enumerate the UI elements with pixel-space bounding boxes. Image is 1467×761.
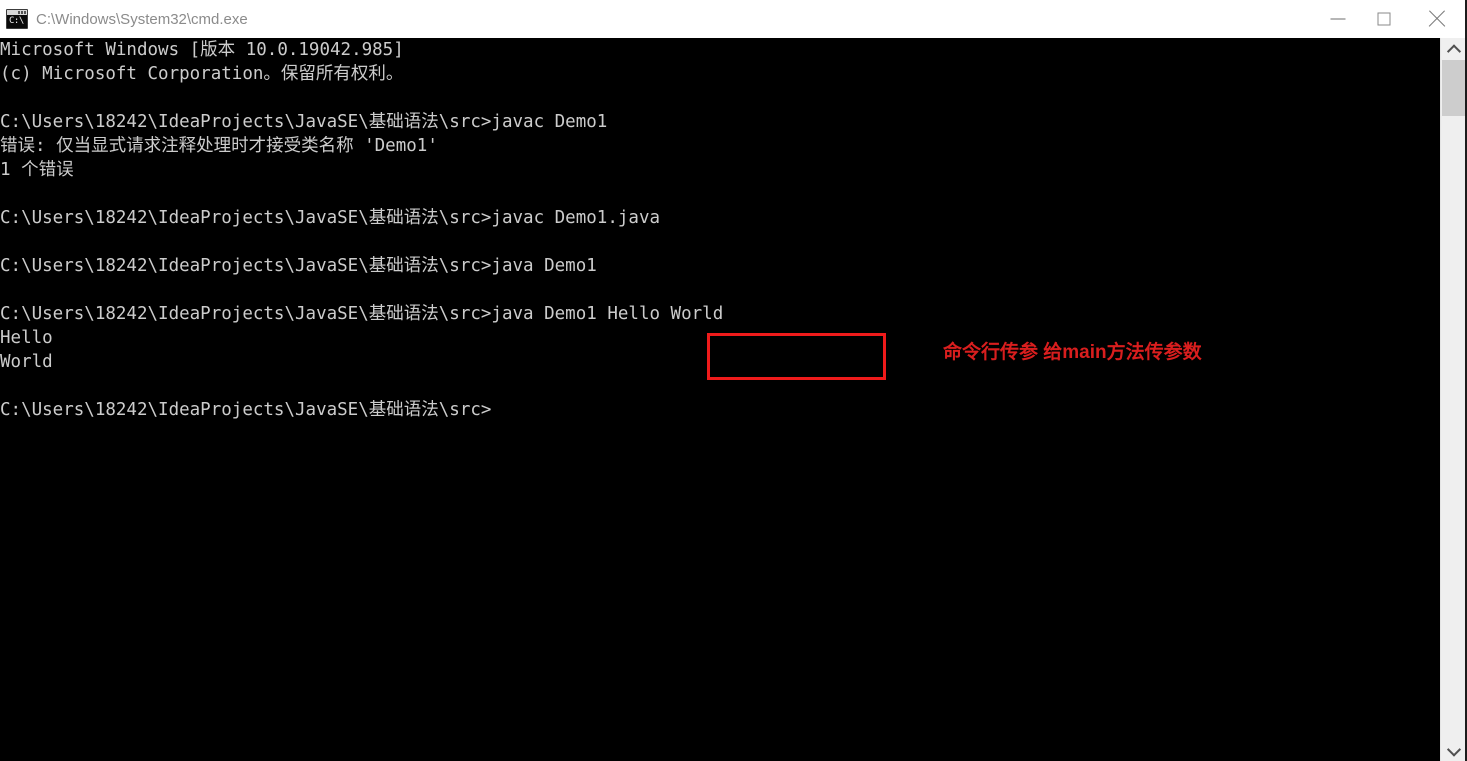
- close-button[interactable]: [1407, 0, 1467, 38]
- console-line: 错误: 仅当显式请求注释处理时才接受类名称 'Demo1': [0, 136, 438, 156]
- chevron-up-icon: [1446, 44, 1462, 59]
- minimize-icon: [1330, 18, 1346, 20]
- console-line: C:\Users\18242\IdeaProjects\JavaSE\基础语法\…: [0, 208, 661, 228]
- console-text: Microsoft Windows [版本 10.0.19042.985] (c)…: [0, 38, 723, 422]
- cmd-window: C:\ C:\Windows\System32\cmd.exe Microsof…: [0, 0, 1467, 761]
- chevron-down-icon: [1446, 742, 1462, 757]
- vertical-scrollbar[interactable]: [1440, 38, 1465, 761]
- console-line: Hello: [0, 328, 53, 348]
- console-line: C:\Users\18242\IdeaProjects\JavaSE\基础语法\…: [0, 304, 724, 324]
- cmd-icon-glyph: C:\: [9, 16, 24, 26]
- console-line: (c) Microsoft Corporation。保留所有权利。: [0, 64, 404, 84]
- arguments-highlight-box: [707, 333, 886, 380]
- scrollbar-thumb[interactable]: [1442, 60, 1465, 116]
- console-output-area[interactable]: Microsoft Windows [版本 10.0.19042.985] (c)…: [0, 38, 1440, 761]
- console-line: C:\Users\18242\IdeaProjects\JavaSE\基础语法\…: [0, 112, 608, 132]
- annotation-label: 命令行传参 给main方法传参数: [943, 342, 1202, 363]
- minimize-button[interactable]: [1315, 0, 1361, 38]
- cmd-icon: C:\: [6, 9, 28, 29]
- scroll-down-button[interactable]: [1441, 739, 1465, 761]
- close-icon: [1426, 8, 1448, 30]
- console-line: C:\Users\18242\IdeaProjects\JavaSE\基础语法\…: [0, 256, 597, 276]
- window-title: C:\Windows\System32\cmd.exe: [36, 10, 248, 28]
- title-bar: C:\ C:\Windows\System32\cmd.exe: [0, 0, 1467, 38]
- console-line: World: [0, 352, 53, 372]
- maximize-button[interactable]: [1361, 0, 1407, 38]
- console-line: C:\Users\18242\IdeaProjects\JavaSE\基础语法\…: [0, 400, 492, 420]
- maximize-icon: [1377, 12, 1391, 26]
- scroll-up-button[interactable]: [1441, 38, 1465, 60]
- console-line: 1 个错误: [0, 160, 74, 180]
- console-line: Microsoft Windows [版本 10.0.19042.985]: [0, 40, 404, 60]
